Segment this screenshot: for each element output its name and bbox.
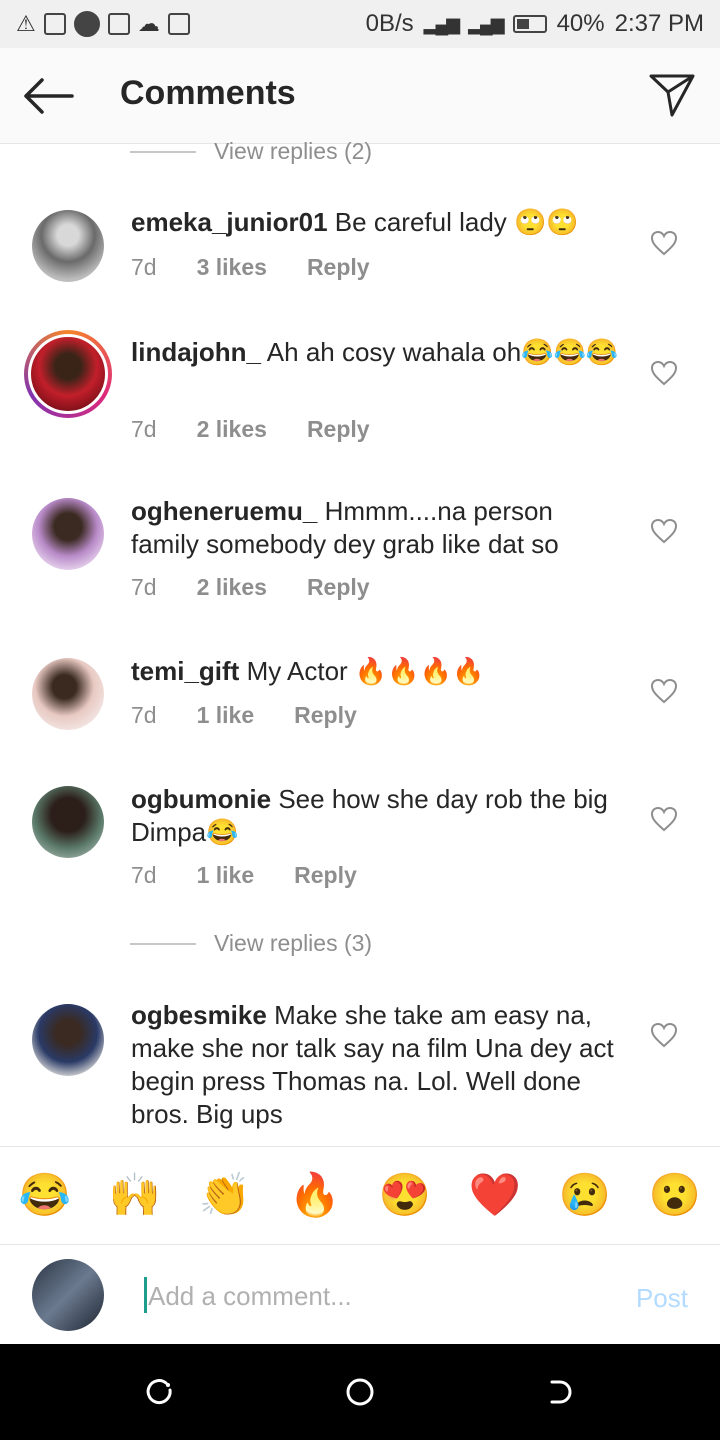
emoji-surprised[interactable]: 😮 (649, 1171, 701, 1220)
reply-button[interactable]: Reply (307, 416, 370, 443)
avatar[interactable] (32, 210, 104, 282)
avatar[interactable] (32, 498, 104, 570)
comment-username[interactable]: ogheneruemu_ (131, 496, 317, 526)
signal-icon-2: ▂▄▆ (468, 13, 504, 34)
comment-likes[interactable]: 1 like (197, 862, 255, 889)
comment-text: temi_gift My Actor 🔥🔥🔥🔥 (131, 655, 621, 688)
system-nav-bar (0, 1344, 720, 1440)
comment-text: lindajohn_ Ah ah cosy wahala oh😂😂😂 (131, 336, 621, 369)
signal-icon: ▂▄▆ (423, 13, 460, 34)
comment-username[interactable]: lindajohn_ (131, 337, 261, 367)
emoji-clapping[interactable]: 👏 (199, 1171, 251, 1220)
reply-button[interactable]: Reply (307, 254, 370, 281)
post-button[interactable]: Post (636, 1283, 688, 1314)
comment-likes[interactable]: 3 likes (197, 254, 267, 281)
emoji-red-heart[interactable]: ❤️ (469, 1171, 521, 1220)
view-replies-label: View replies (2) (214, 138, 373, 164)
comment-text: ogheneruemu_ Hmmm....na person family so… (131, 495, 621, 561)
comment-username[interactable]: temi_gift (131, 656, 239, 686)
back-nav-icon[interactable] (546, 1378, 574, 1406)
view-replies-label: View replies (3) (214, 930, 373, 956)
comment-likes[interactable]: 2 likes (197, 574, 267, 601)
circle-icon (73, 11, 100, 37)
reply-button[interactable]: Reply (294, 862, 357, 889)
comment-time: 7d (131, 416, 157, 442)
battery-icon (512, 15, 547, 33)
current-user-avatar (32, 1259, 104, 1331)
comment-body: My Actor 🔥🔥🔥🔥 (246, 656, 485, 686)
battery-level: 40% (556, 10, 605, 37)
view-replies-link[interactable]: View replies (2) (130, 138, 372, 165)
notification-icons: ⚠ ☁ (16, 11, 190, 37)
home-icon[interactable] (346, 1378, 374, 1406)
emoji-heart-eyes[interactable]: 😍 (379, 1171, 431, 1220)
avatar[interactable] (32, 1004, 104, 1076)
page-title: Comments (120, 74, 296, 112)
comment-text: ogbumonie See how she day rob the big Di… (131, 783, 621, 849)
avatar[interactable] (24, 330, 112, 418)
emoji-raised-hands[interactable]: 🙌 (109, 1171, 161, 1220)
heart-icon[interactable] (650, 518, 678, 544)
comment-meta: 7d 1 like Reply (131, 862, 397, 889)
upload-icon: ☁ (137, 11, 160, 36)
image-icon (107, 13, 130, 35)
comment-time: 7d (131, 862, 157, 888)
reply-button[interactable]: Reply (307, 574, 370, 601)
status-bar: ⚠ ☁ 0B/s ▂▄▆ ▂▄▆ 40% 2:37 PM (0, 0, 720, 48)
message-icon (43, 13, 66, 35)
warning-icon: ⚠ (16, 11, 36, 36)
heart-icon[interactable] (650, 678, 678, 704)
comment-username[interactable]: emeka_junior01 (131, 207, 328, 237)
clock: 2:37 PM (614, 10, 704, 37)
comment-body: Be careful lady 🙄🙄 (334, 207, 579, 237)
comment-meta: 7d 2 likes Reply (131, 574, 410, 601)
comment-likes[interactable]: 2 likes (197, 416, 267, 443)
emoji-laughing[interactable]: 😂 (19, 1171, 71, 1220)
comment-composer: Post (0, 1244, 720, 1344)
emoji-fire[interactable]: 🔥 (289, 1171, 341, 1220)
comment-username[interactable]: ogbumonie (131, 784, 271, 814)
heart-icon[interactable] (650, 230, 678, 256)
divider-line (130, 150, 196, 153)
recents-icon[interactable] (146, 1378, 174, 1406)
comment-input[interactable] (146, 1273, 610, 1319)
view-replies-link[interactable]: View replies (3) (130, 930, 372, 957)
emoji-crying[interactable]: 😢 (559, 1171, 611, 1220)
heart-icon[interactable] (650, 1022, 678, 1048)
comment-body: Ah ah cosy wahala oh😂😂😂 (266, 337, 619, 367)
back-arrow-icon[interactable] (22, 78, 74, 114)
avatar[interactable] (32, 658, 104, 730)
comment-text: emeka_junior01 Be careful lady 🙄🙄 (131, 206, 621, 239)
comment-meta: 7d 1 like Reply (131, 702, 397, 729)
comment-time: 7d (131, 574, 157, 600)
comment-text: ogbesmike Make she take am easy na, make… (131, 999, 621, 1131)
reply-button[interactable]: Reply (294, 702, 357, 729)
heart-icon[interactable] (650, 806, 678, 832)
comment-meta: 7d 3 likes Reply (131, 254, 410, 281)
heart-icon[interactable] (650, 360, 678, 386)
activity-icon (167, 13, 190, 35)
send-icon[interactable] (648, 72, 696, 118)
comment-time: 7d (131, 254, 157, 280)
avatar[interactable] (32, 786, 104, 858)
comment-likes[interactable]: 1 like (197, 702, 255, 729)
header: Comments (0, 48, 720, 144)
divider-line (130, 942, 196, 945)
emoji-quick-bar: 😂 🙌 👏 🔥 😍 ❤️ 😢 😮 (0, 1146, 720, 1244)
network-speed: 0B/s (365, 10, 414, 37)
comment-meta: 7d 2 likes Reply (131, 416, 410, 443)
comment-username[interactable]: ogbesmike (131, 1000, 267, 1030)
comment-time: 7d (131, 702, 157, 728)
